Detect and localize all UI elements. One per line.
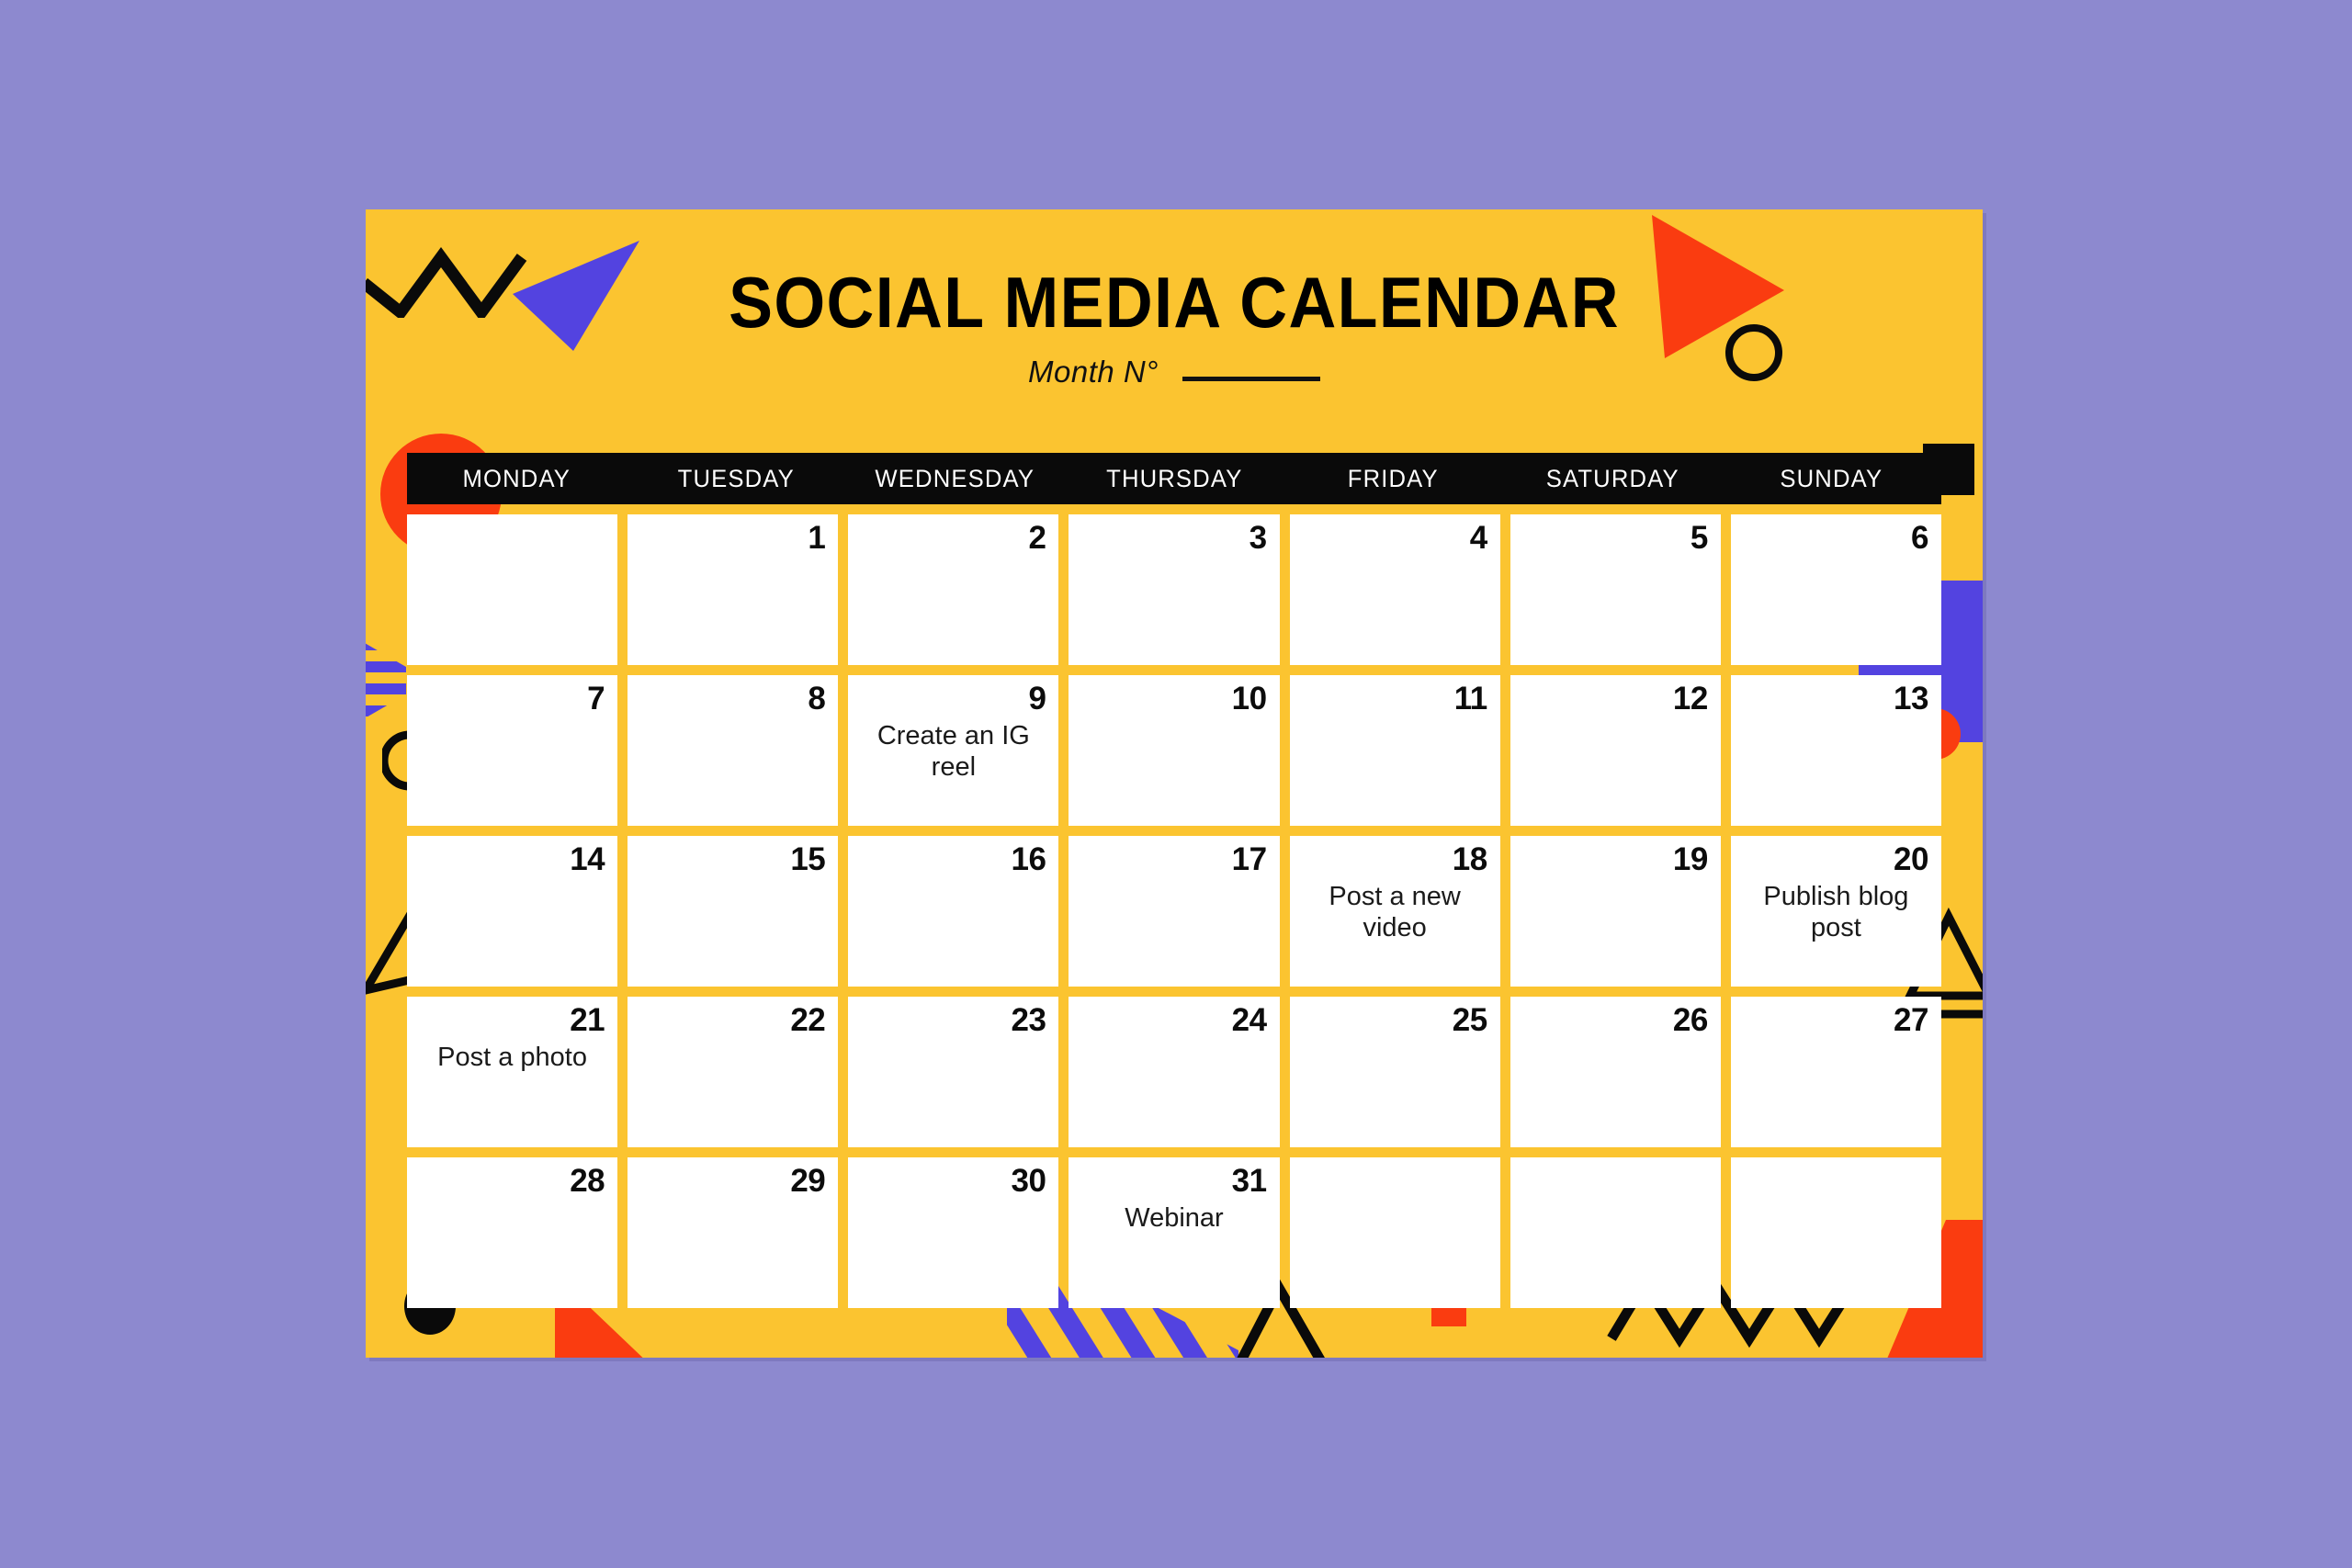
day-cell-6[interactable]: 6 bbox=[1730, 514, 1941, 665]
day-number: 27 bbox=[1894, 1002, 1928, 1038]
day-number: 21 bbox=[570, 1002, 605, 1038]
day-cell-16[interactable]: 16 bbox=[848, 836, 1059, 987]
day-number: 8 bbox=[808, 681, 826, 716]
day-number: 18 bbox=[1452, 841, 1487, 877]
day-number: 22 bbox=[790, 1002, 826, 1038]
day-number: 5 bbox=[1690, 520, 1708, 556]
red-triangle-top-right-icon bbox=[1652, 215, 1784, 358]
weekday-header-saturday: SATURDAY bbox=[1545, 464, 1679, 492]
day-cell-17[interactable]: 17 bbox=[1069, 836, 1280, 987]
month-row: Month N° bbox=[366, 355, 1983, 389]
day-event-text[interactable]: Post a new video bbox=[1303, 881, 1487, 943]
day-cell-15[interactable]: 15 bbox=[628, 836, 839, 987]
weekday-header-friday: FRIDAY bbox=[1348, 464, 1440, 492]
weekday-header-thursday: THURSDAY bbox=[1105, 464, 1243, 492]
weekday-header-bar: MONDAY TUESDAY WEDNESDAY THURSDAY FRIDAY SATU… bbox=[407, 453, 1941, 504]
day-number: 9 bbox=[1028, 681, 1046, 716]
day-cell-1[interactable]: 1 bbox=[628, 514, 839, 665]
card-clip-region: SOCIAL MEDIA CALENDAR Month N° MONDAY TUE… bbox=[366, 209, 1983, 1358]
day-cell-25[interactable]: 25 bbox=[1289, 997, 1500, 1147]
day-cell-28[interactable]: 28 bbox=[407, 1157, 618, 1308]
day-number: 14 bbox=[570, 841, 605, 877]
day-cell-12[interactable]: 12 bbox=[1510, 675, 1721, 826]
day-number: 11 bbox=[1453, 681, 1488, 716]
day-cell-27[interactable]: 27 bbox=[1730, 997, 1941, 1147]
day-number: 16 bbox=[1011, 841, 1046, 877]
day-number: 4 bbox=[1469, 520, 1487, 556]
day-cell-22[interactable]: 22 bbox=[628, 997, 839, 1147]
day-cell-3[interactable]: 3 bbox=[1069, 514, 1280, 665]
day-number: 17 bbox=[1231, 841, 1267, 877]
calendar-grid: MONDAY TUESDAY WEDNESDAY THURSDAY FRIDAY SATU… bbox=[407, 453, 1941, 1308]
blue-triangle-top-left-icon bbox=[513, 241, 639, 351]
day-number: 28 bbox=[570, 1163, 605, 1199]
weekday-header-sunday: SUNDAY bbox=[1780, 464, 1883, 492]
day-number: 12 bbox=[1672, 681, 1708, 716]
calendar-week-row: 28 29 30 31 Webinar bbox=[407, 1157, 1941, 1308]
calendar-week-row: 1 2 3 4 5 6 bbox=[407, 514, 1941, 665]
calendar-week-row: 14 15 16 17 18 Post a new video 19 20 Publish bl… bbox=[407, 836, 1941, 987]
day-number: 13 bbox=[1894, 681, 1928, 716]
day-number: 3 bbox=[1249, 520, 1267, 556]
day-number: 19 bbox=[1672, 841, 1708, 877]
day-cell-4[interactable]: 4 bbox=[1289, 514, 1500, 665]
day-cell-21[interactable]: 21 Post a photo bbox=[407, 997, 618, 1147]
day-cell-empty[interactable] bbox=[407, 514, 618, 665]
day-cell-18[interactable]: 18 Post a new video bbox=[1289, 836, 1500, 987]
calendar-week-rows: 1 2 3 4 5 6 7 8 9 Create an IG reel 10 11 12 13 14 15 16… bbox=[407, 514, 1941, 1308]
calendar-week-row: 7 8 9 Create an IG reel 10 11 12 13 bbox=[407, 675, 1941, 826]
day-number: 1 bbox=[808, 520, 826, 556]
month-label: Month N° bbox=[1028, 355, 1159, 389]
day-cell-5[interactable]: 5 bbox=[1510, 514, 1721, 665]
day-cell-10[interactable]: 10 bbox=[1069, 675, 1280, 826]
day-number: 25 bbox=[1452, 1002, 1487, 1038]
day-cell-13[interactable]: 13 bbox=[1730, 675, 1941, 826]
day-cell-26[interactable]: 26 bbox=[1510, 997, 1721, 1147]
day-number: 20 bbox=[1894, 841, 1928, 877]
weekday-header-wednesday: WEDNESDAY bbox=[875, 464, 1035, 492]
day-cell-20[interactable]: 20 Publish blog post bbox=[1730, 836, 1941, 987]
black-circle-outline-top-right-icon bbox=[1725, 324, 1782, 381]
zigzag-top-left-icon bbox=[366, 247, 527, 318]
day-event-text[interactable]: Webinar bbox=[1081, 1202, 1266, 1234]
day-cell-11[interactable]: 11 bbox=[1289, 675, 1500, 826]
weekday-header-tuesday: TUESDAY bbox=[677, 464, 795, 492]
day-cell-19[interactable]: 19 bbox=[1510, 836, 1721, 987]
day-cell-29[interactable]: 29 bbox=[628, 1157, 839, 1308]
day-cell-30[interactable]: 30 bbox=[848, 1157, 1059, 1308]
day-number: 23 bbox=[1011, 1002, 1046, 1038]
poster-header: SOCIAL MEDIA CALENDAR Month N° bbox=[366, 209, 1983, 430]
day-cell-empty[interactable] bbox=[1730, 1157, 1941, 1308]
day-number: 15 bbox=[790, 841, 826, 877]
day-cell-7[interactable]: 7 bbox=[407, 675, 618, 826]
day-cell-14[interactable]: 14 bbox=[407, 836, 618, 987]
day-event-text[interactable]: Create an IG reel bbox=[861, 720, 1046, 783]
day-cell-empty[interactable] bbox=[1510, 1157, 1721, 1308]
page-title: SOCIAL MEDIA CALENDAR bbox=[729, 262, 1620, 343]
day-event-text[interactable]: Publish blog post bbox=[1744, 881, 1928, 943]
day-cell-2[interactable]: 2 bbox=[848, 514, 1059, 665]
calendar-week-row: 21 Post a photo 22 23 24 25 26 27 bbox=[407, 997, 1941, 1147]
weekday-header-monday: MONDAY bbox=[462, 464, 571, 492]
day-number: 30 bbox=[1011, 1163, 1046, 1199]
day-event-text[interactable]: Post a photo bbox=[420, 1042, 605, 1073]
day-number: 24 bbox=[1231, 1002, 1267, 1038]
day-number: 7 bbox=[587, 681, 605, 716]
day-cell-empty[interactable] bbox=[1289, 1157, 1500, 1308]
day-number: 2 bbox=[1028, 520, 1046, 556]
day-cell-23[interactable]: 23 bbox=[848, 997, 1059, 1147]
day-cell-31[interactable]: 31 Webinar bbox=[1069, 1157, 1280, 1308]
day-number: 26 bbox=[1672, 1002, 1708, 1038]
month-input-blank[interactable] bbox=[1182, 377, 1320, 381]
day-cell-24[interactable]: 24 bbox=[1069, 997, 1280, 1147]
calendar-poster-card: SOCIAL MEDIA CALENDAR Month N° MONDAY TUE… bbox=[366, 209, 1983, 1358]
day-cell-9[interactable]: 9 Create an IG reel bbox=[848, 675, 1059, 826]
day-cell-8[interactable]: 8 bbox=[628, 675, 839, 826]
day-number: 6 bbox=[1911, 520, 1928, 556]
day-number: 29 bbox=[790, 1163, 826, 1199]
day-number: 10 bbox=[1231, 681, 1267, 716]
day-number: 31 bbox=[1231, 1163, 1267, 1199]
